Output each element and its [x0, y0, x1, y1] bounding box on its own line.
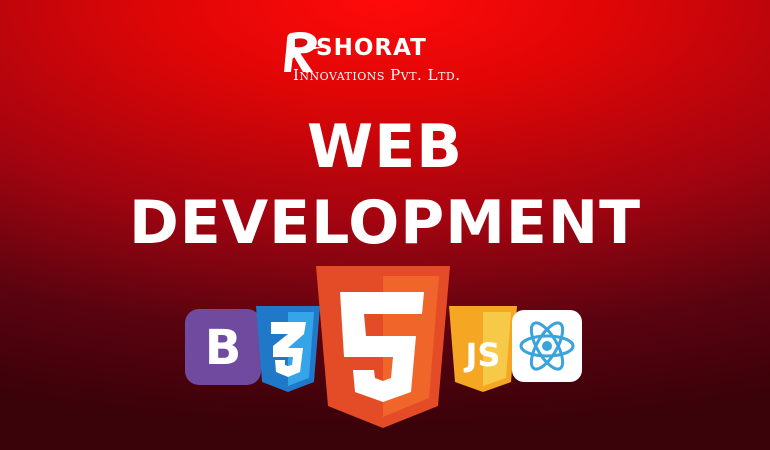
- react-logo-icon: [512, 310, 582, 382]
- svg-text:B: B: [205, 320, 242, 376]
- javascript-logo-icon: JS: [447, 306, 519, 394]
- brand-subtitle: Innovations Pvt. Ltd.: [293, 66, 461, 84]
- web-development-banner: SHORAT Innovations Pvt. Ltd. WEB DEVELOP…: [0, 0, 770, 450]
- headline-line-1: WEB: [307, 112, 463, 182]
- svg-text:JS: JS: [464, 336, 501, 374]
- html5-logo-icon: [312, 266, 454, 432]
- brand-name: SHORAT: [316, 35, 427, 61]
- company-logo: SHORAT Innovations Pvt. Ltd.: [282, 26, 482, 96]
- headline-line-2: DEVELOPMENT: [128, 188, 642, 258]
- bootstrap-logo-icon: B: [185, 309, 261, 385]
